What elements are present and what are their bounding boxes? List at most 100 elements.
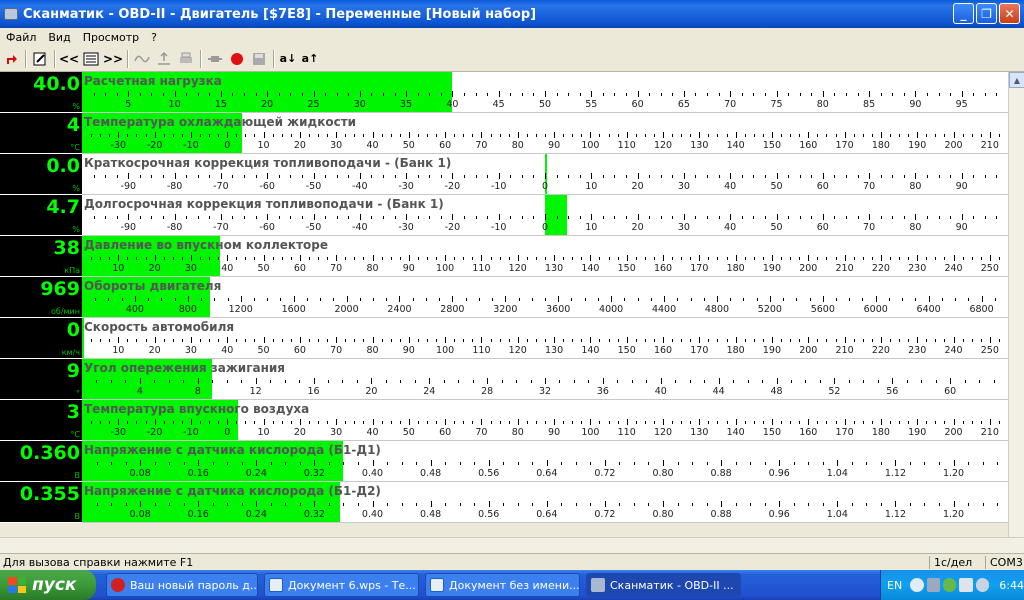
minor-tick <box>387 503 389 506</box>
window-titlebar[interactable]: Сканматик - OBD-II - Двигатель [$7E8] - … <box>0 0 1024 28</box>
opera-icon <box>111 578 125 592</box>
vertical-scrollbar[interactable]: ▲ ▼ <box>1008 72 1024 553</box>
sort-desc-icon[interactable]: a↑ <box>299 48 321 70</box>
prev-icon[interactable]: << <box>58 48 80 70</box>
task-document-untitled[interactable]: Документ без имени... <box>425 573 580 597</box>
sort-asc-icon[interactable]: a↓ <box>277 48 299 70</box>
parameter-row[interactable]: 0 км/ч 10 20 30 40 50 60 70 80 90 100 110 120 130 140 15… <box>0 318 1009 359</box>
minor-tick <box>633 462 635 465</box>
tick-label: 1.20 <box>942 468 965 479</box>
parameter-row[interactable]: 40.0% 5 10 15 20 25 30 35 40 45 50 55 60 65 70 75 80 85 90… <box>0 72 1009 113</box>
minor-tick <box>980 134 982 137</box>
minor-tick <box>327 339 329 342</box>
minor-tick <box>672 134 674 137</box>
major-tick <box>481 132 483 138</box>
language-indicator[interactable]: EN <box>887 579 902 592</box>
tray-monitor-icon[interactable] <box>959 578 973 592</box>
minor-tick <box>154 503 156 506</box>
tick-label: 10 <box>168 99 181 110</box>
minor-tick <box>290 421 292 424</box>
minor-tick <box>381 339 383 342</box>
task-scanmatik[interactable]: Сканматик - OBD-II ... <box>586 573 741 597</box>
major-tick <box>445 337 447 343</box>
minor-tick <box>533 216 535 219</box>
parameter-row[interactable]: 38 кПа 10 20 30 40 50 60 70 80 90 100 110 120 130 140 15… <box>0 236 1009 277</box>
minor-tick <box>799 134 801 137</box>
minor-tick <box>163 257 165 260</box>
minimize-button[interactable]: _ <box>953 3 974 24</box>
tray-network-icon[interactable] <box>943 578 957 592</box>
major-tick <box>408 337 410 343</box>
parameter-row[interactable]: 3 °C -30 -20 -10 0 10 20 30 40 50 60 70 80 90 100 110 120… <box>0 400 1009 441</box>
minor-tick <box>241 380 243 383</box>
minor-tick <box>426 257 428 260</box>
menu-view[interactable]: Вид <box>42 31 76 44</box>
minor-tick <box>253 298 255 301</box>
tray-trash-icon[interactable] <box>926 578 941 592</box>
minor-tick <box>91 339 93 342</box>
minor-tick <box>733 380 735 383</box>
minor-tick <box>726 134 728 137</box>
edit-icon[interactable] <box>29 48 51 70</box>
tick-label: 65 <box>677 99 690 110</box>
minor-tick <box>764 93 766 96</box>
minor-tick <box>463 421 465 424</box>
scroll-up-icon[interactable]: ▲ <box>1009 72 1024 88</box>
scanmatik-icon <box>591 578 605 592</box>
minor-tick <box>487 93 489 96</box>
minor-tick <box>100 339 102 342</box>
minor-tick <box>209 134 211 137</box>
task-opera[interactable]: Ваш новый пароль д... <box>106 573 258 597</box>
minor-tick <box>619 503 621 506</box>
menu-file[interactable]: Файл <box>0 31 42 44</box>
minor-tick <box>762 134 764 137</box>
save-icon[interactable] <box>248 48 270 70</box>
major-tick <box>730 214 732 220</box>
horizontal-scrollbar[interactable] <box>0 537 1024 553</box>
close-button[interactable]: ✕ <box>999 3 1020 24</box>
tray-volume-icon[interactable] <box>975 578 990 592</box>
parameter-row[interactable]: 4.7% -90 -80 -70 -60 -50 -40 -30 -20 -10 0 10 20 30 40… <box>0 195 1009 236</box>
minor-tick <box>617 257 619 260</box>
minor-tick <box>650 298 652 301</box>
record-icon[interactable] <box>226 48 248 70</box>
minor-tick <box>726 421 728 424</box>
menu-browse[interactable]: Просмотр <box>77 31 145 44</box>
connector-icon[interactable] <box>204 48 226 70</box>
minor-tick <box>561 503 563 506</box>
minor-tick <box>741 216 743 219</box>
tray-arrow-icon[interactable] <box>910 578 924 592</box>
value-display: 4.7% <box>0 195 82 235</box>
minor-tick <box>236 134 238 137</box>
major-tick <box>140 501 142 507</box>
start-button[interactable]: пуск <box>0 570 96 600</box>
menu-help[interactable]: ? <box>145 31 163 44</box>
exit-icon[interactable] <box>0 48 22 70</box>
parameter-row[interactable]: 9 ° 4 8 12 16 20 24 28 32 36 40 44 48 52 56 60 Угол опере… <box>0 359 1009 400</box>
print-icon[interactable] <box>175 48 197 70</box>
parameter-row[interactable]: 969 об/мин 400 800 1200 1600 2000 2400 2800 3200 3… <box>0 277 1009 318</box>
minor-tick <box>463 257 465 260</box>
wave-icon[interactable] <box>131 48 153 70</box>
upload-icon[interactable] <box>153 48 175 70</box>
parameter-row[interactable]: 0.360 В 0.08 0.16 0.24 0.32 0.40 0.48 0.56 0.64 0.… <box>0 441 1013 482</box>
minor-tick <box>568 175 570 178</box>
minor-tick <box>717 257 719 260</box>
minor-tick <box>834 216 836 219</box>
list-icon[interactable] <box>80 48 102 70</box>
minor-tick <box>971 339 973 342</box>
minor-tick <box>445 503 447 506</box>
tick-label: 90 <box>402 263 415 274</box>
maximize-button[interactable]: ❐ <box>976 3 997 24</box>
parameter-row[interactable]: 4 °C -30 -20 -10 0 10 20 30 40 50 60 70 80 90 100 110 120… <box>0 113 1009 154</box>
minor-tick <box>200 421 202 424</box>
minor-tick <box>382 93 384 96</box>
task-document-6[interactable]: Документ 6.wps - Те... <box>264 573 419 597</box>
parameter-row[interactable]: 0.355 В 0.08 0.16 0.24 0.32 0.40 0.48 0.56 0.64 0.… <box>0 482 1013 523</box>
minor-tick <box>151 216 153 219</box>
tick-label: 0.16 <box>187 509 209 520</box>
next-icon[interactable]: >> <box>102 48 124 70</box>
parameter-row[interactable]: 0.0% -90 -80 -70 -60 -50 -40 -30 -20 -10 0 10 20 30 40… <box>0 154 1009 195</box>
major-tick <box>822 91 824 97</box>
tick-label: 190 <box>908 427 927 438</box>
